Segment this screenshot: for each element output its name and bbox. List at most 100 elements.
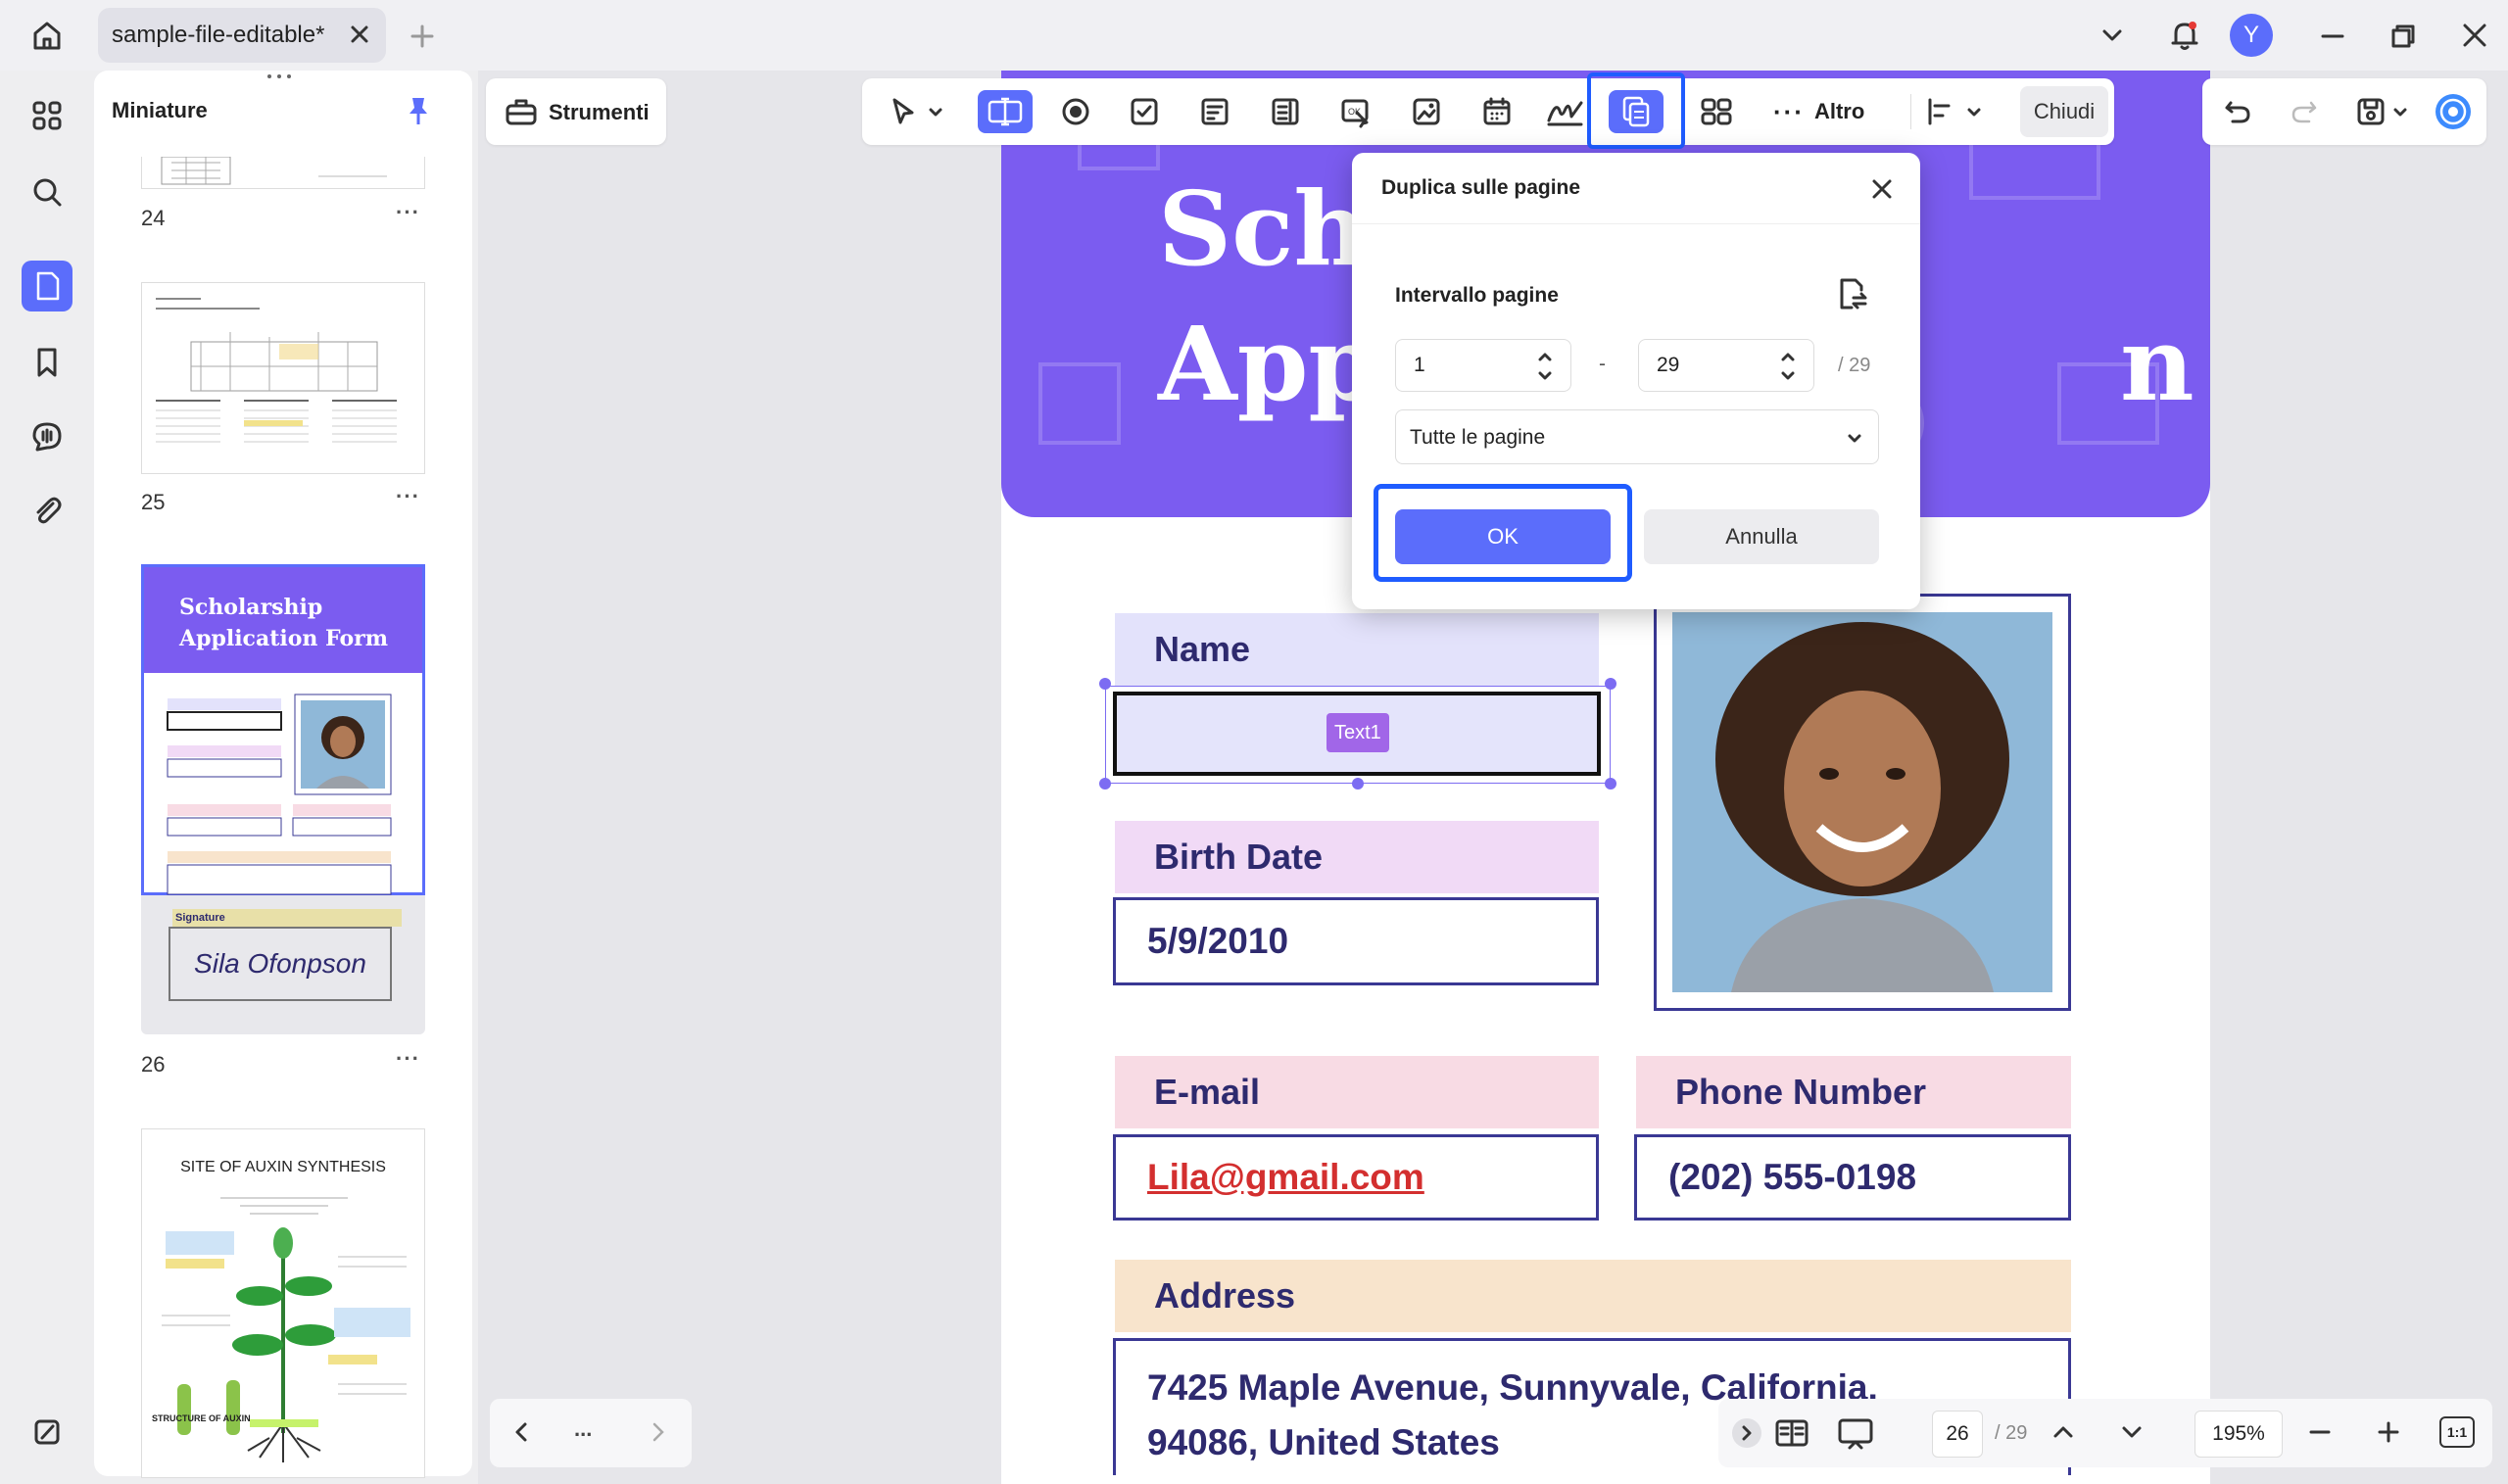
grid-tool-icon[interactable] bbox=[1695, 90, 1738, 133]
chevron-up-icon[interactable] bbox=[2048, 1416, 2079, 1448]
text-field-tool-icon[interactable] bbox=[978, 90, 1033, 133]
total-pages: / 29 bbox=[1995, 1422, 2028, 1444]
left-rail bbox=[0, 71, 86, 1484]
birth-date-label: Birth Date bbox=[1115, 821, 1599, 893]
more-options-icon[interactable]: ··· bbox=[396, 484, 420, 509]
close-form-mode-button[interactable]: Chiudi bbox=[2020, 86, 2108, 137]
range-to-value: 29 bbox=[1657, 354, 1680, 376]
phone-label: Phone Number bbox=[1636, 1056, 2071, 1128]
list-box-tool-icon[interactable] bbox=[1264, 90, 1307, 133]
page-number: 24 bbox=[141, 206, 166, 230]
birth-date-field[interactable]: 5/9/2010 bbox=[1113, 897, 1599, 985]
email-field[interactable]: Lila@gmail.com bbox=[1113, 1134, 1599, 1221]
avatar[interactable]: Y bbox=[2230, 14, 2273, 57]
thumb-signature-label: Signature bbox=[172, 909, 402, 927]
zoom-in-icon[interactable] bbox=[2373, 1416, 2404, 1448]
undo-icon[interactable] bbox=[2216, 90, 2259, 133]
combo-box-tool-icon[interactable] bbox=[1193, 90, 1236, 133]
resize-handle[interactable] bbox=[1352, 778, 1364, 790]
image-tool-icon[interactable] bbox=[1405, 90, 1448, 133]
tools-button[interactable]: Strumenti bbox=[486, 78, 666, 145]
align-tool-icon[interactable] bbox=[1918, 90, 1961, 133]
divider bbox=[1910, 94, 1911, 129]
actual-size-button[interactable]: 1:1 bbox=[2439, 1416, 2475, 1448]
ai-assistant-icon[interactable] bbox=[2432, 90, 2475, 133]
close-tab-icon[interactable] bbox=[347, 22, 372, 47]
range-from-input[interactable]: 1 bbox=[1395, 339, 1571, 392]
radio-button-tool-icon[interactable] bbox=[1054, 90, 1097, 133]
duplicate-pages-tool-icon[interactable] bbox=[1609, 90, 1664, 133]
comments-icon[interactable] bbox=[22, 411, 72, 462]
more-options-icon[interactable]: ··· bbox=[396, 1046, 420, 1072]
ok-button[interactable]: OK bbox=[1395, 509, 1611, 564]
attachment-icon[interactable] bbox=[22, 486, 72, 537]
page-layout-icon[interactable] bbox=[1773, 1414, 1810, 1452]
resize-handle[interactable] bbox=[1099, 678, 1111, 690]
thumbnails-icon[interactable] bbox=[22, 261, 72, 311]
panel-title: Miniature bbox=[112, 98, 208, 122]
thumbnail-page-25[interactable] bbox=[141, 282, 425, 474]
drag-handle[interactable] bbox=[265, 72, 294, 80]
presentation-icon[interactable] bbox=[1836, 1414, 1875, 1452]
resize-handle[interactable] bbox=[1605, 778, 1616, 790]
notification-bell-icon[interactable] bbox=[2165, 16, 2204, 55]
sidebar-settings-icon[interactable] bbox=[22, 1407, 72, 1458]
chevron-down-icon[interactable] bbox=[2388, 90, 2412, 133]
resize-handle[interactable] bbox=[1605, 678, 1616, 690]
chevron-down-icon[interactable] bbox=[1959, 90, 1989, 133]
chevron-down-icon[interactable] bbox=[2097, 20, 2128, 51]
range-separator: - bbox=[1599, 353, 1606, 375]
nav-more[interactable]: ... bbox=[574, 1416, 592, 1442]
grid-view-icon[interactable] bbox=[22, 90, 72, 141]
page-subset-select[interactable]: Tutte le pagine bbox=[1395, 409, 1879, 464]
button-tool-icon[interactable]: OK bbox=[1334, 90, 1377, 133]
checkbox-tool-icon[interactable] bbox=[1123, 90, 1166, 133]
more-options-icon[interactable]: ··· bbox=[396, 200, 420, 225]
chevron-left-icon[interactable] bbox=[506, 1416, 537, 1448]
more-tools-button[interactable]: ··· Altro bbox=[1773, 90, 1864, 133]
thumbnail-page-27[interactable]: SITE OF AUXIN SYNTHESIS STRUCTURE OF AUX… bbox=[141, 1128, 425, 1478]
thumb-signature: Sila Ofonpson bbox=[169, 927, 392, 1001]
save-icon[interactable] bbox=[2349, 90, 2392, 133]
redo-icon[interactable] bbox=[2283, 90, 2326, 133]
select-cursor-icon[interactable] bbox=[882, 90, 925, 133]
document-tab[interactable]: sample-file-editable* bbox=[98, 8, 386, 63]
chevron-down-icon[interactable] bbox=[2116, 1416, 2147, 1448]
date-tool-icon[interactable] bbox=[1475, 90, 1519, 133]
portrait-image bbox=[1672, 612, 2052, 992]
thumbnail-page-24[interactable] bbox=[141, 157, 425, 189]
phone-field[interactable]: (202) 555-0198 bbox=[1634, 1134, 2071, 1221]
home-icon[interactable] bbox=[27, 16, 67, 55]
pin-icon[interactable] bbox=[402, 94, 435, 127]
thumb-form-title-1: Scholarship bbox=[179, 595, 323, 620]
search-icon[interactable] bbox=[22, 167, 72, 217]
name-label: Name bbox=[1115, 613, 1599, 686]
chevron-right-icon[interactable] bbox=[643, 1416, 674, 1448]
expand-icon[interactable] bbox=[1732, 1418, 1761, 1448]
dialog-title: Duplica sulle pagine bbox=[1381, 176, 1581, 199]
minimize-icon[interactable] bbox=[2318, 22, 2347, 51]
right-toolbar bbox=[2202, 78, 2486, 145]
bookmark-icon[interactable] bbox=[22, 337, 72, 388]
close-window-icon[interactable] bbox=[2459, 20, 2490, 51]
stepper-icon[interactable] bbox=[1776, 348, 1800, 385]
cancel-button[interactable]: Annulla bbox=[1644, 509, 1879, 564]
banner-title-line2: App bbox=[1158, 304, 1380, 424]
zoom-level[interactable]: 195% bbox=[2194, 1411, 2283, 1458]
toolbox-icon bbox=[504, 94, 539, 129]
range-to-input[interactable]: 29 bbox=[1638, 339, 1814, 392]
current-page-input[interactable]: 26 bbox=[1932, 1411, 1983, 1458]
new-tab-icon[interactable] bbox=[408, 22, 437, 51]
swap-range-icon[interactable] bbox=[1832, 274, 1871, 313]
chevron-down-icon[interactable] bbox=[921, 90, 950, 133]
close-dialog-icon[interactable] bbox=[1867, 174, 1897, 204]
stepper-icon[interactable] bbox=[1533, 348, 1557, 385]
restore-icon[interactable] bbox=[2388, 22, 2418, 51]
zoom-out-icon[interactable] bbox=[2304, 1416, 2336, 1448]
range-total: / 29 bbox=[1838, 355, 1871, 376]
thumbnail-page-26[interactable]: Scholarship Application Form Signature S… bbox=[141, 564, 425, 1034]
thumb-form-title-2: Application Form bbox=[179, 626, 389, 651]
signature-tool-icon[interactable] bbox=[1544, 90, 1587, 133]
name-text-field[interactable]: Text1 bbox=[1113, 692, 1601, 776]
resize-handle[interactable] bbox=[1099, 778, 1111, 790]
